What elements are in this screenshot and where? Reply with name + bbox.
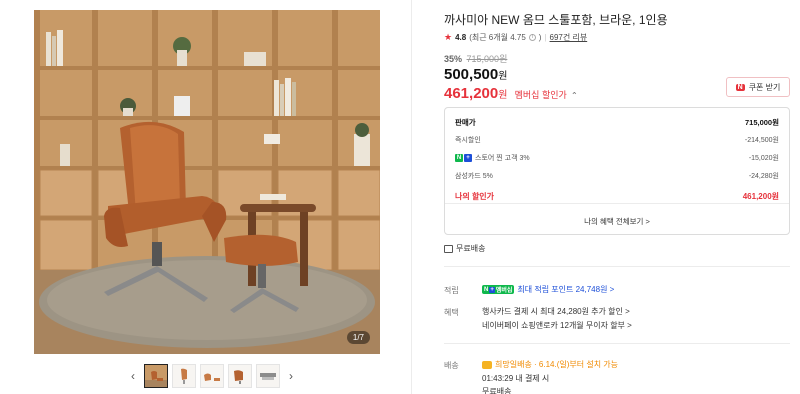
truck-icon (482, 360, 492, 369)
price-row-card: 삼성카드 5% -24,280원 (455, 171, 779, 181)
view-all-benefits-link[interactable]: 나의 혜택 전체보기 > (445, 216, 789, 227)
chevron-up-icon[interactable]: ⌃ (571, 91, 578, 100)
discount-rate: 35% (444, 54, 463, 64)
image-counter: 1/7 (346, 331, 370, 344)
price-row-value: -24,280원 (748, 173, 779, 180)
member-price-desc: 멤버십 할인가 (514, 90, 567, 100)
review-count-link[interactable]: 697건 리뷰 (550, 32, 588, 43)
price-row-label: 스토어 찐 고객 3% (475, 155, 530, 162)
rating-detail: (최근 6개월 4.75 (469, 33, 526, 42)
rating-row: ★ 4.8 (최근 6개월 4.75 i ) | 697건 리뷰 (444, 32, 588, 43)
benefit-card-link[interactable]: 행사카드 결제 시 최대 24,280원 추가 할인 > (482, 306, 630, 317)
sale-price-unit: 원 (498, 71, 508, 82)
member-price-value: 461,200 (444, 85, 499, 102)
coupon-button[interactable]: N 쿠폰 받기 (726, 77, 790, 97)
price-row-label: 판매가 (455, 118, 476, 127)
original-price: 715,000원 (466, 54, 508, 64)
price-row-value: 461,200원 (742, 192, 779, 201)
divider (445, 203, 789, 204)
delivery-date-row[interactable]: 희망일배송 · 6.14.(일)부터 설치 가능 (482, 359, 618, 370)
divider (444, 343, 790, 344)
benefit-installment-link[interactable]: 네이버페이 쇼핑앤로카 12개월 무이자 할부 > (482, 320, 632, 331)
thumbnail-4[interactable] (228, 364, 252, 388)
member-price-unit: 원 (498, 90, 508, 101)
rating-score: 4.8 (455, 33, 467, 42)
delivery-cutoff: 01:43:29 내 결제 시 (482, 374, 550, 383)
thumbnail-5[interactable] (256, 364, 280, 388)
price-row-label: 나의 할인가 (455, 192, 495, 201)
free-shipping-label: 무료배송 (456, 244, 486, 253)
points-label: 적립 (444, 286, 459, 295)
product-title: 까사미아 NEW 옴므 스툴포함, 브라운, 1인용 (444, 13, 668, 27)
coupon-n-icon: N (735, 83, 745, 91)
info-icon[interactable]: i (528, 34, 536, 41)
discount-row: 35% 715,000원 (444, 52, 507, 65)
chevron-left-icon[interactable]: ‹ (126, 364, 140, 388)
price-row-value: -214,500원 (744, 137, 779, 144)
price-row-label: 즉시할인 (455, 137, 481, 144)
price-row-value: -15,020원 (748, 155, 779, 162)
delivery-fee: 무료배송 (482, 387, 512, 394)
thumbnail-3[interactable] (200, 364, 224, 388)
sale-price-value: 500,500 (444, 66, 499, 83)
thumbnail-2[interactable] (172, 364, 196, 388)
points-row[interactable]: N + 멤버십 최대 적립 포인트 24,748원 > (482, 284, 614, 295)
thumbnail-strip: ‹ › (126, 364, 298, 388)
price-row-my-discount: 나의 할인가 461,200원 (455, 191, 779, 202)
price-row-store: N + 스토어 찐 고객 3% -15,020원 (455, 153, 779, 163)
column-divider (411, 0, 412, 394)
delivery-date: 희망일배송 · 6.14.(일)부터 설치 가능 (495, 360, 618, 369)
divider (444, 266, 790, 267)
chevron-right-icon[interactable]: › (284, 364, 298, 388)
points-value[interactable]: 최대 적립 포인트 24,748원 > (517, 284, 614, 295)
separator: | (544, 33, 547, 42)
coupon-label: 쿠폰 받기 (748, 82, 781, 92)
sale-price: 500,500원 (444, 66, 507, 83)
free-shipping-row: 무료배송 (444, 243, 485, 254)
price-row-list: 판매가 715,000원 (455, 117, 779, 128)
naver-plus-membership-icon: N + 멤버십 (482, 285, 515, 294)
benefits-label: 혜택 (444, 308, 459, 317)
price-row-instant: 즉시할인 -214,500원 (455, 135, 779, 145)
star-icon: ★ (444, 32, 453, 42)
member-price[interactable]: 461,200원 멤버십 할인가 ⌃ (444, 85, 578, 102)
product-main-image[interactable]: 1/7 (34, 10, 380, 354)
naver-plus-badge-icon: N + (455, 154, 472, 162)
thumbnail-1[interactable] (144, 364, 168, 388)
price-row-value: 715,000원 (744, 118, 779, 127)
box-icon (444, 244, 453, 253)
price-row-label: 삼성카드 5% (455, 173, 493, 180)
price-breakdown-box: 판매가 715,000원 즉시할인 -214,500원 N + 스토어 찐 고객 … (444, 107, 790, 235)
delivery-label: 배송 (444, 361, 459, 370)
